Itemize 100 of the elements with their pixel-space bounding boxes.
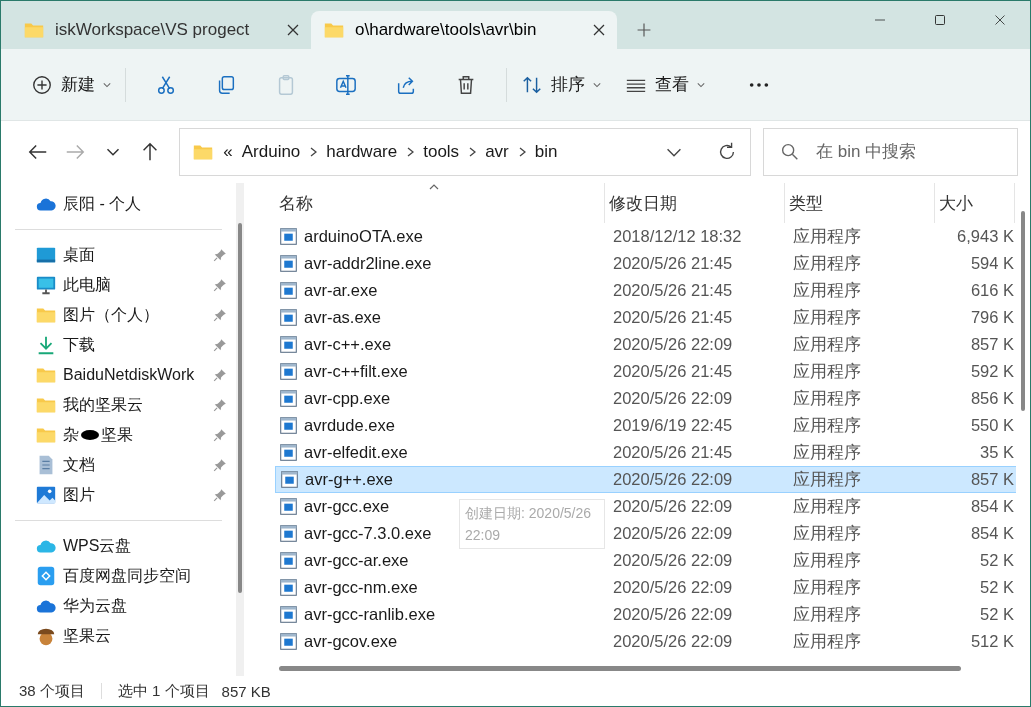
type-cell-text: 应用程序 <box>792 441 862 463</box>
breadcrumb[interactable]: avr <box>485 142 509 162</box>
app-window-icon <box>279 498 298 515</box>
type-cell-text: 应用程序 <box>792 495 862 517</box>
close-icon[interactable] <box>287 24 299 36</box>
size-cell-text: 592 K <box>969 361 1015 382</box>
type-cell-text: 应用程序 <box>792 603 862 625</box>
column-header[interactable]: 名称 <box>275 183 605 223</box>
type-cell-text: 应用程序 <box>792 387 862 409</box>
sidebar-item[interactable]: BaiduNetdiskWork <box>15 360 227 390</box>
file-name-cell[interactable]: avr-addr2line.exe <box>275 250 605 277</box>
size-cell-text: 6,943 K <box>956 226 1015 247</box>
date-cell-text: 2020/5/26 22:09 <box>612 388 734 409</box>
type-cell-text: 应用程序 <box>792 225 862 247</box>
caret-icon <box>593 80 601 89</box>
size-cell-text: 857 K <box>969 334 1015 355</box>
app-window-icon <box>279 417 298 434</box>
type-cell: 应用程序 <box>785 466 935 493</box>
sort-button[interactable]: 排序 <box>517 67 605 102</box>
sort-caret-icon <box>429 183 439 190</box>
sidebar-item[interactable]: 图片（个人） <box>15 300 227 330</box>
breadcrumb[interactable]: tools <box>423 142 460 162</box>
type-cell-text: 应用程序 <box>792 279 862 301</box>
file-name-cell[interactable]: avr-elfedit.exe <box>275 439 605 466</box>
date-cell-text: 2019/6/19 22:45 <box>612 415 734 436</box>
scrollbar-thumb[interactable] <box>1021 211 1025 411</box>
sidebar-item[interactable]: 下载 <box>15 330 227 360</box>
date-cell-text: 2018/12/12 18:32 <box>612 226 743 247</box>
tab[interactable]: iskWorkspace\VS progect <box>11 11 311 49</box>
close-icon[interactable] <box>593 24 605 36</box>
app-window-icon <box>279 552 298 569</box>
sidebar-item[interactable]: 坚果云 <box>15 621 227 651</box>
chevron-icon <box>517 147 526 157</box>
file-name-cell[interactable]: arduinoOTA.exe <box>275 223 605 250</box>
chevron-icon <box>406 147 415 157</box>
type-cell-text: 应用程序 <box>792 576 862 598</box>
sidebar-item[interactable]: 华为云盘 <box>15 591 227 621</box>
caret-icon <box>697 80 705 89</box>
rename-icon[interactable] <box>335 73 357 96</box>
column-header[interactable]: 类型 <box>785 183 935 223</box>
column-header[interactable]: 大小 <box>935 183 1015 223</box>
new-button[interactable]: 新建 <box>27 67 115 102</box>
breadcrumb[interactable]: bin <box>534 142 558 162</box>
add-tab-icon[interactable] <box>637 23 651 37</box>
file-name-cell[interactable]: avr-ar.exe <box>275 277 605 304</box>
file-name-cell[interactable]: avr-c++filt.exe <box>275 358 605 385</box>
sidebar-item[interactable]: 此电脑 <box>15 270 227 300</box>
type-cell-text: 应用程序 <box>792 333 862 355</box>
column-header[interactable]: 修改日期 <box>605 183 785 223</box>
file-name-cell[interactable]: avr-g++.exe <box>275 466 605 493</box>
file-name-cell[interactable]: avr-gcov.exe <box>275 628 605 655</box>
size-cell-text: 796 K <box>969 307 1015 328</box>
tooltip: 创建日期: 2020/5/26 22:09 <box>459 499 605 549</box>
scrollbar-thumb[interactable] <box>279 666 961 671</box>
sidebar-item[interactable]: 辰阳 - 个人 <box>15 189 227 219</box>
date-cell-text: 2020/5/26 22:09 <box>612 523 734 544</box>
app-window-icon <box>279 390 298 407</box>
app-window-icon <box>279 255 298 272</box>
date-cell-text: 2020/5/26 22:09 <box>612 577 734 598</box>
sidebar-item[interactable]: 百度网盘同步空间 <box>15 561 227 591</box>
address-bar[interactable]: « Arduino hardware tools avr bin <box>179 128 751 176</box>
sidebar-item[interactable]: WPS云盘 <box>15 531 227 561</box>
date-cell-text: 2020/5/26 22:09 <box>612 334 734 355</box>
date-cell-text: 2020/5/26 21:45 <box>612 442 734 463</box>
size-cell-text: 52 K <box>979 604 1015 625</box>
file-name-cell[interactable]: avr-gcc-nm.exe <box>275 574 605 601</box>
date-cell: 2020/5/26 22:09 <box>605 466 785 493</box>
file-name-cell[interactable]: avrdude.exe <box>275 412 605 439</box>
type-cell-text: 应用程序 <box>792 360 862 382</box>
sidebar-item[interactable]: 文档 <box>15 450 227 480</box>
tab[interactable]: o\hardware\tools\avr\bin <box>311 11 617 49</box>
size-cell-text: 35 K <box>979 442 1015 463</box>
sidebar-item[interactable]: 我的坚果云 <box>15 390 227 420</box>
search-field[interactable]: 在 bin 中搜索 <box>763 128 1018 176</box>
date-cell-text: 2020/5/26 22:09 <box>612 631 734 652</box>
file-name-cell[interactable]: avr-gcc-ranlib.exe <box>275 601 605 628</box>
sidebar-item[interactable]: 图片 <box>15 480 227 510</box>
date-cell-text: 2020/5/26 22:09 <box>612 604 734 625</box>
size-cell-text: 550 K <box>969 415 1015 436</box>
view-button[interactable]: 查看 <box>621 67 709 102</box>
date-cell-text: 2020/5/26 22:09 <box>612 550 734 571</box>
file-name-cell[interactable]: avr-cpp.exe <box>275 385 605 412</box>
file-name-cell[interactable]: avr-c++.exe <box>275 331 605 358</box>
breadcrumb[interactable]: hardware <box>326 142 398 162</box>
app-window-icon <box>279 282 298 299</box>
file-name-cell[interactable]: avr-gcc-ar.exe <box>275 547 605 574</box>
file-name-cell[interactable]: avr-as.exe <box>275 304 605 331</box>
overflow-chevrons[interactable]: « <box>223 142 233 162</box>
date-cell-text: 2020/5/26 21:45 <box>612 307 734 328</box>
chevron-icon <box>309 147 318 157</box>
sync-box-icon <box>35 565 57 587</box>
size-cell-text: 594 K <box>969 253 1015 274</box>
sidebar-item[interactable]: 桌面 <box>15 240 227 270</box>
selection-info: 选中 1 个项目 <box>117 681 210 701</box>
breadcrumb[interactable]: Arduino <box>241 142 301 162</box>
scrollbar-thumb[interactable] <box>238 223 242 593</box>
sidebar-item[interactable]: 杂 坚果 <box>15 420 227 450</box>
size-cell-text: 512 K <box>969 631 1015 652</box>
app-window-icon <box>279 525 298 542</box>
caret-icon <box>103 80 111 89</box>
